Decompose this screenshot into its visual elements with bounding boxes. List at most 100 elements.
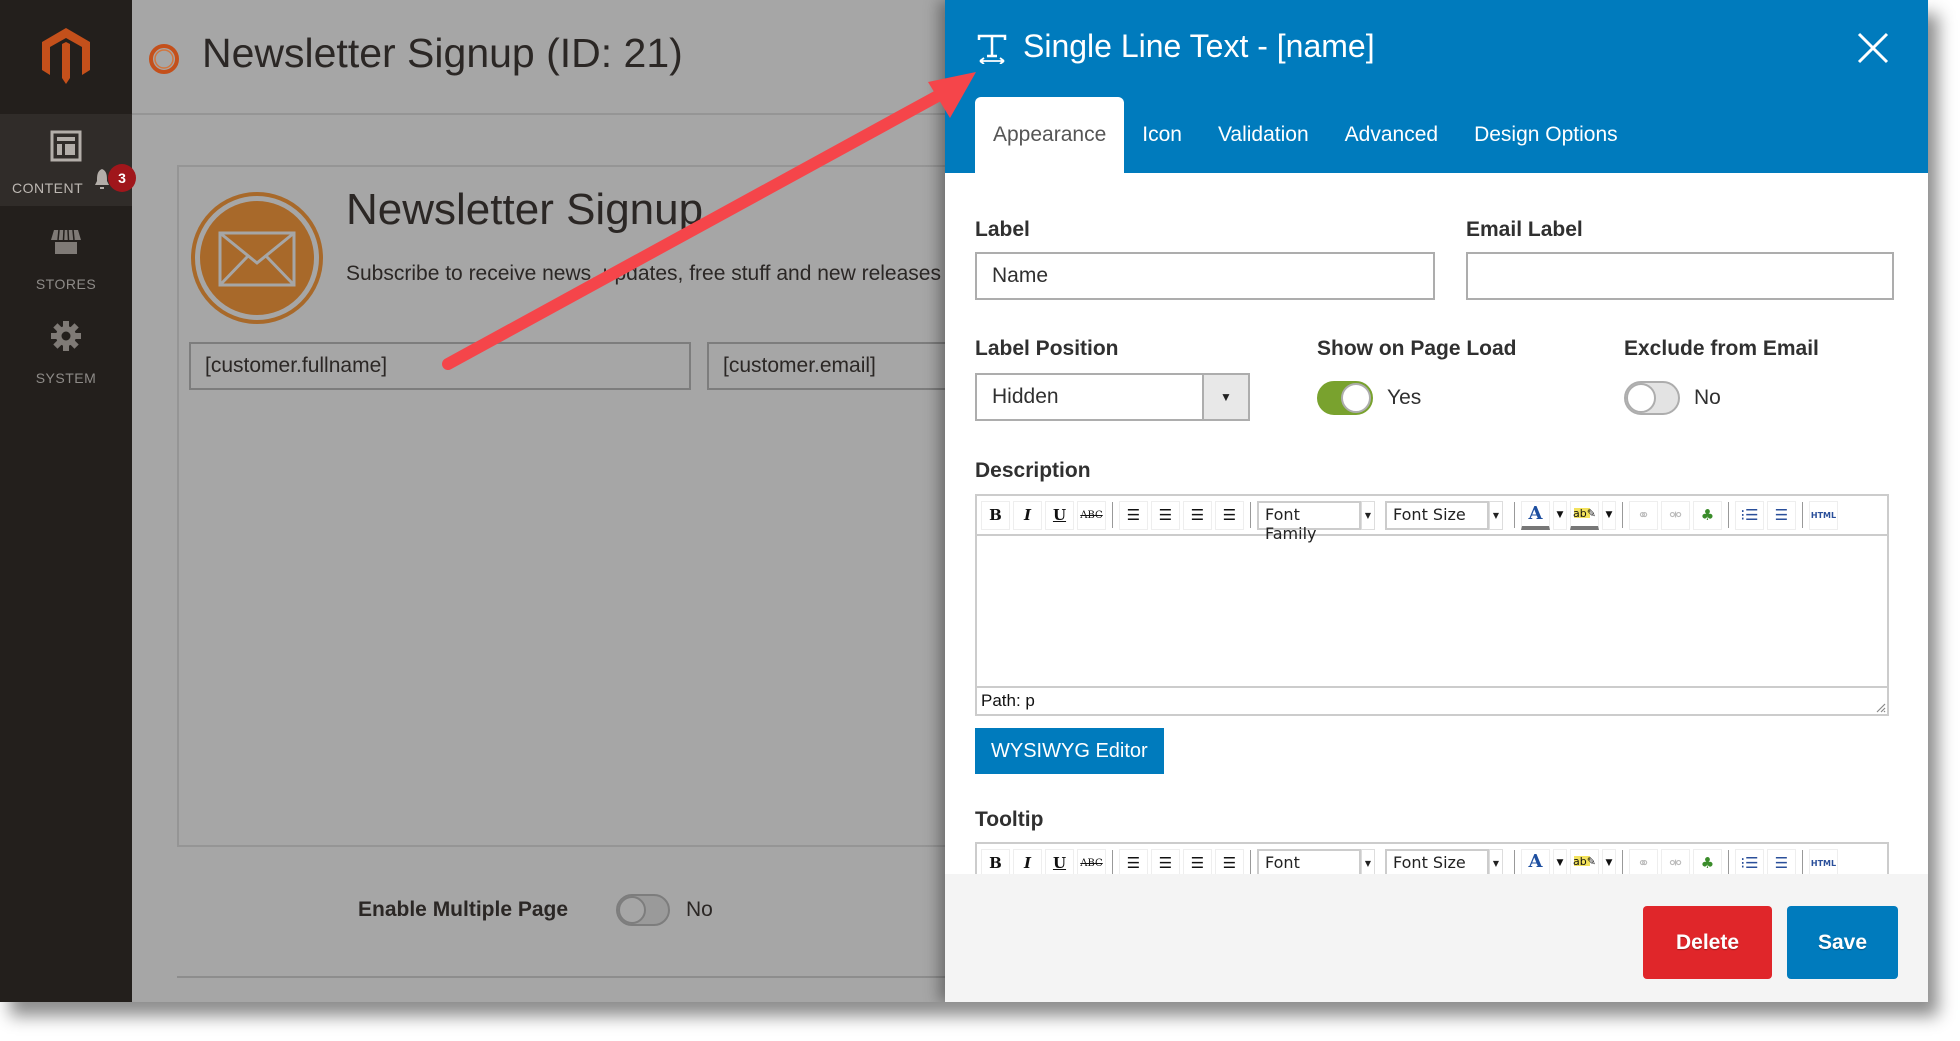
separator — [1112, 502, 1113, 528]
wysiwyg-editor-button[interactable]: WYSIWYG Editor — [975, 728, 1164, 774]
numbered-list-icon[interactable]: ☰ — [1767, 500, 1796, 530]
magento-logo-icon[interactable] — [36, 26, 96, 86]
modal-header: Single Line Text - [name] Appearance Ico… — [945, 0, 1928, 173]
enable-multiple-page-label: Enable Multiple Page — [358, 898, 569, 921]
editor-path: Path: p — [977, 686, 1887, 714]
label-position-select[interactable]: Hidden ▼ — [975, 373, 1250, 421]
toggle-knob — [618, 896, 646, 924]
bullet-list-icon[interactable]: ⁝☰ — [1735, 500, 1764, 530]
separator — [1622, 502, 1623, 528]
email-label-input[interactable] — [1466, 252, 1894, 300]
email-label-field-label: Email Label — [1466, 218, 1583, 241]
screen: CONTENT 3 STORES SYSTEM Newsletter Signu… — [0, 0, 1928, 1002]
modal-tabs: Appearance Icon Validation Advanced Desi… — [975, 97, 1636, 173]
toggle-knob — [1626, 383, 1656, 413]
font-size-label: Font Size — [1393, 504, 1466, 524]
enable-multiple-page-toggle[interactable] — [616, 894, 670, 926]
font-size-select[interactable]: Font Size ▼ — [1385, 500, 1503, 530]
modal-footer: Delete Save — [945, 874, 1928, 1002]
tab-advanced[interactable]: Advanced — [1327, 97, 1456, 173]
tab-icon[interactable]: Icon — [1124, 97, 1200, 173]
unlink-icon[interactable]: ⚮ — [1661, 500, 1690, 530]
html-source-button[interactable]: HTML — [1809, 500, 1838, 530]
image-icon[interactable]: ♣ — [1693, 500, 1722, 530]
chevron-down-icon[interactable]: ▼ — [1202, 375, 1248, 419]
chevron-down-icon[interactable]: ▼ — [1361, 500, 1375, 530]
chevron-down-icon[interactable]: ▼ — [1489, 500, 1503, 530]
tooltip-label: Tooltip — [975, 808, 1044, 831]
store-icon — [51, 229, 81, 254]
separator — [1802, 850, 1803, 876]
italic-button[interactable]: I — [1013, 500, 1042, 530]
show-on-page-load-label: Show on Page Load — [1317, 337, 1517, 360]
envelope-icon — [191, 192, 323, 324]
label-field-label: Label — [975, 218, 1030, 241]
close-icon[interactable] — [1855, 30, 1891, 66]
text-field-icon — [977, 34, 1007, 64]
chevron-down-icon[interactable]: ▼ — [1553, 500, 1567, 530]
justify-icon[interactable]: ☰ — [1215, 500, 1244, 530]
field-settings-modal: Single Line Text - [name] Appearance Ico… — [945, 0, 1928, 1002]
show-on-page-load-toggle[interactable] — [1317, 381, 1373, 415]
form-subtitle: Subscribe to receive news, updates, free… — [346, 262, 941, 285]
admin-sidebar: CONTENT 3 STORES SYSTEM — [0, 0, 136, 1002]
show-on-page-load-value: Yes — [1387, 386, 1422, 409]
exclude-from-email-label: Exclude from Email — [1624, 337, 1819, 360]
sidebar-item-system[interactable]: SYSTEM — [0, 304, 132, 396]
align-center-icon[interactable]: ☰ — [1151, 500, 1180, 530]
separator — [1514, 850, 1515, 876]
separator — [1728, 502, 1729, 528]
sidebar-item-label: CONTENT — [12, 180, 84, 196]
text-color-icon[interactable]: A — [1521, 500, 1550, 530]
save-button[interactable]: Save — [1787, 906, 1898, 979]
description-label: Description — [975, 459, 1091, 482]
tab-validation[interactable]: Validation — [1200, 97, 1327, 173]
align-left-icon[interactable]: ☰ — [1119, 500, 1148, 530]
modal-title: Single Line Text - [name] — [1023, 28, 1375, 64]
separator — [1728, 850, 1729, 876]
exclude-from-email-value: No — [1694, 386, 1721, 409]
font-size-label: Font Size — [1393, 852, 1466, 872]
label-position-value: Hidden — [992, 385, 1059, 408]
bold-button[interactable]: B — [981, 500, 1010, 530]
strikethrough-button[interactable]: ABC — [1077, 500, 1106, 530]
toggle-knob — [1341, 383, 1371, 413]
sidebar-item-content[interactable]: CONTENT — [0, 114, 132, 206]
underline-button[interactable]: U — [1045, 500, 1074, 530]
separator — [1112, 850, 1113, 876]
sidebar-item-label: SYSTEM — [35, 370, 97, 386]
editor-toolbar: B I U ABC ☰ ☰ ☰ ☰ Font Family ▼ Font Size… — [977, 496, 1887, 543]
fullname-field[interactable]: [customer.fullname] — [189, 342, 691, 390]
delete-button[interactable]: Delete — [1643, 906, 1772, 979]
editor-path-text: Path: p — [981, 691, 1035, 710]
spinner-icon — [149, 44, 179, 74]
separator — [1514, 502, 1515, 528]
description-editor: B I U ABC ☰ ☰ ☰ ☰ Font Family ▼ Font Size… — [975, 494, 1889, 716]
exclude-from-email-toggle[interactable] — [1624, 381, 1680, 415]
label-position-label: Label Position — [975, 337, 1119, 360]
chevron-down-icon[interactable]: ▼ — [1602, 500, 1616, 530]
tab-design-options[interactable]: Design Options — [1456, 97, 1636, 173]
divider — [177, 976, 957, 978]
sidebar-item-stores[interactable]: STORES — [0, 210, 132, 302]
separator — [1250, 850, 1251, 876]
highlight-icon[interactable]: ab✎ — [1570, 500, 1599, 530]
align-right-icon[interactable]: ☰ — [1183, 500, 1212, 530]
sidebar-item-label: STORES — [35, 276, 97, 292]
resize-handle-icon[interactable] — [1874, 701, 1886, 713]
enable-multiple-page-value: No — [686, 898, 713, 921]
form-title: Newsletter Signup — [346, 185, 704, 234]
page-title: Newsletter Signup (ID: 21) — [202, 30, 683, 76]
separator — [1622, 850, 1623, 876]
layout-icon — [50, 130, 82, 162]
separator — [1802, 502, 1803, 528]
font-family-label: Font Family — [1265, 504, 1317, 543]
gear-icon — [51, 321, 81, 351]
separator — [1250, 502, 1251, 528]
description-content-area[interactable] — [977, 536, 1887, 686]
notification-badge[interactable]: 3 — [108, 164, 136, 192]
font-family-select[interactable]: Font Family ▼ — [1257, 500, 1375, 543]
label-input[interactable] — [975, 252, 1435, 300]
tab-appearance[interactable]: Appearance — [975, 97, 1125, 173]
link-icon[interactable]: ⚭ — [1629, 500, 1658, 530]
